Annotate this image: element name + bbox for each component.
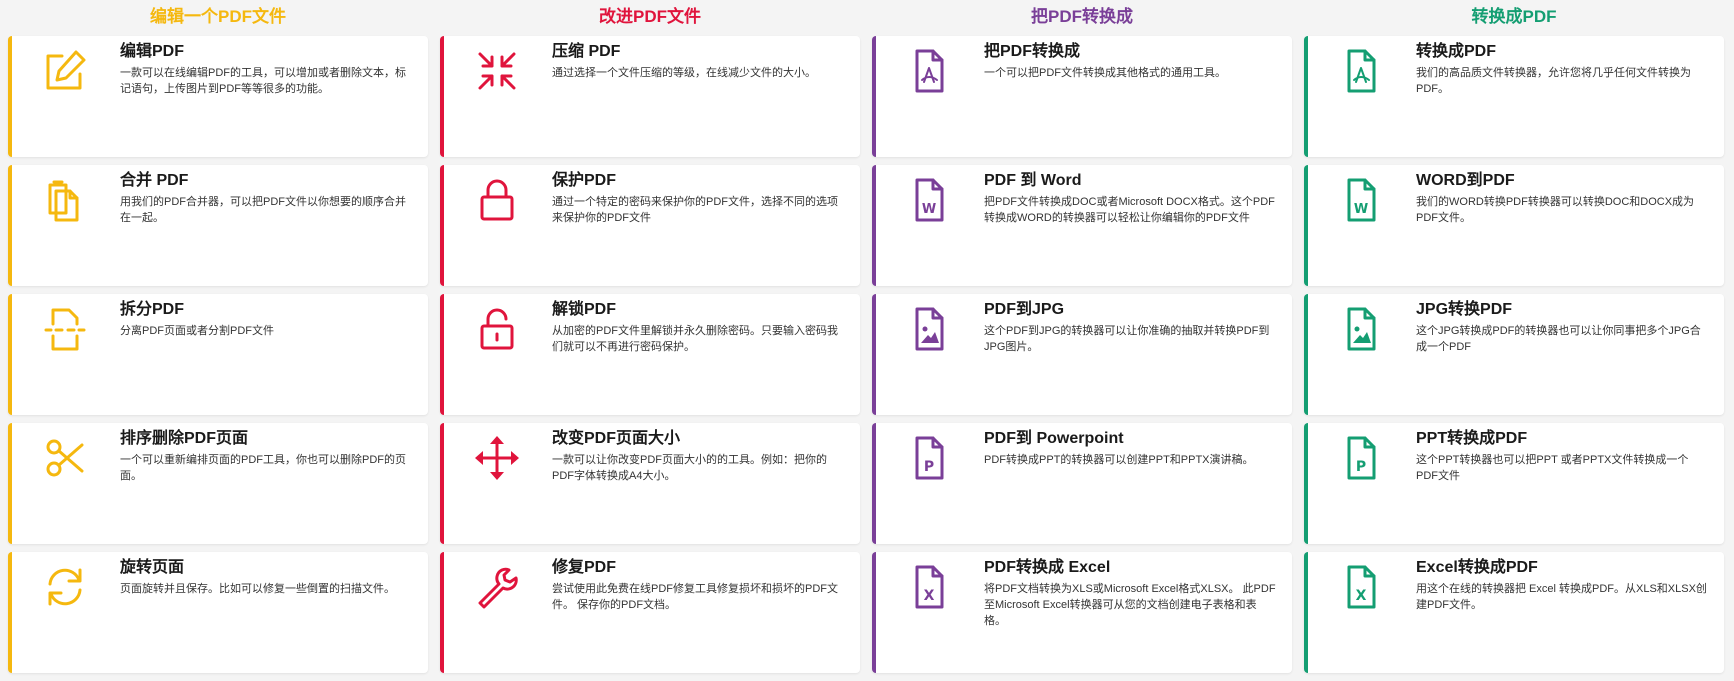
tool-title: 保护PDF bbox=[552, 172, 617, 189]
image-file-icon bbox=[904, 304, 954, 354]
ppt-file-icon: P bbox=[1336, 433, 1386, 483]
tool-card-compress-pdf[interactable]: 压缩 PDF 通过选择一个文件压缩的等级，在线减少文件的大小。 bbox=[440, 36, 860, 157]
column-edit: 编辑一个PDF文件 编辑PDF 一款可以在线编辑PDF的工具，可以增加或者删除文… bbox=[8, 0, 428, 681]
tool-card-ppt-to-pdf[interactable]: P PPT转换成PDF 这个PPT转换器也可以把PPT 或者PPTX文件转换成一… bbox=[1304, 423, 1724, 544]
tool-card-protect-pdf[interactable]: 保护PDF 通过一个特定的密码来保护你的PDF文件，选择不同的选项来保护你的PD… bbox=[440, 165, 860, 286]
tool-title: PPT转换成PDF bbox=[1416, 430, 1528, 447]
tool-description: 我们的WORD转换PDF转换器可以转换DOC和DOCX成为PDF文件。 bbox=[1416, 196, 1695, 224]
tool-title: 旋转页面 bbox=[120, 559, 185, 576]
tool-description: 用这个在线的转换器把 Excel 转换成PDF。从XLS和XLSX创建PDF文件… bbox=[1416, 583, 1707, 611]
rotate-icon bbox=[40, 562, 90, 612]
tool-description: 尝试使用此免费在线PDF修复工具修复损坏和损坏的PDF文件。 保存你的PDF文档… bbox=[552, 583, 838, 611]
tool-card-edit-pdf[interactable]: 编辑PDF 一款可以在线编辑PDF的工具，可以增加或者删除文本，标记语句，上传图… bbox=[8, 36, 428, 157]
tool-card-pdf-to-excel[interactable]: X PDF转换成 Excel 将PDF文档转换为XLS或Microsoft Ex… bbox=[872, 552, 1292, 673]
tool-card-pdf-to-word[interactable]: W PDF 到 Word 把PDF文件转换成DOC或者Microsoft DOC… bbox=[872, 165, 1292, 286]
column-title: 转换成PDF bbox=[1471, 7, 1557, 26]
tool-title: PDF 到 Word bbox=[984, 172, 1082, 189]
tool-title: 把PDF转换成 bbox=[984, 43, 1081, 60]
tool-card-excel-to-pdf[interactable]: X Excel转换成PDF 用这个在线的转换器把 Excel 转换成PDF。从X… bbox=[1304, 552, 1724, 673]
tool-description: 一个可以把PDF文件转换成其他格式的通用工具。 bbox=[984, 67, 1226, 79]
tool-description: 这个JPG转换成PDF的转换器也可以让你同事把多个JPG合成一个PDF bbox=[1416, 325, 1701, 353]
tools-grid: 编辑一个PDF文件 编辑PDF 一款可以在线编辑PDF的工具，可以增加或者删除文… bbox=[0, 0, 1734, 681]
svg-text:W: W bbox=[922, 202, 936, 217]
svg-text:X: X bbox=[924, 588, 935, 604]
tool-description: 这个PDF到JPG的转换器可以让你准确的抽取并转换PDF到JPG图片。 bbox=[984, 325, 1270, 353]
tool-title: 压缩 PDF bbox=[552, 43, 621, 60]
tool-description: 一个可以重新编排页面的PDF工具，你也可以删除PDF的页面。 bbox=[120, 454, 406, 482]
column-title: 编辑一个PDF文件 bbox=[150, 7, 286, 26]
tool-description: 一款可以在线编辑PDF的工具，可以增加或者删除文本，标记语句，上传图片到PDF等… bbox=[120, 67, 406, 95]
wrench-icon bbox=[472, 562, 522, 612]
pdf-file-icon bbox=[1336, 46, 1386, 96]
word-file-icon: W bbox=[1336, 175, 1386, 225]
ppt-file-icon: P bbox=[904, 433, 954, 483]
split-icon bbox=[40, 304, 90, 354]
tool-title: 转换成PDF bbox=[1416, 43, 1497, 60]
excel-file-icon: X bbox=[1336, 562, 1386, 612]
column-title: 改进PDF文件 bbox=[599, 7, 701, 26]
move-icon bbox=[472, 433, 522, 483]
tool-title: PDF到 Powerpoint bbox=[984, 430, 1124, 447]
tool-card-repair-pdf[interactable]: 修复PDF 尝试使用此免费在线PDF修复工具修复损坏和损坏的PDF文件。 保存你… bbox=[440, 552, 860, 673]
compress-icon bbox=[472, 46, 522, 96]
tool-card-pdf-to-any[interactable]: 把PDF转换成 一个可以把PDF文件转换成其他格式的通用工具。 bbox=[872, 36, 1292, 157]
tool-title: 修复PDF bbox=[552, 559, 617, 576]
unlock-icon bbox=[472, 304, 522, 354]
svg-text:P: P bbox=[924, 459, 934, 475]
column-improve: 改进PDF文件 压缩 PDF 通过选择一个文件压缩的等级，在线减少文件的大小。 … bbox=[440, 0, 860, 681]
tool-card-unlock-pdf[interactable]: 解锁PDF 从加密的PDF文件里解锁并永久删除密码。只要输入密码我们就可以不再进… bbox=[440, 294, 860, 415]
tool-description: 从加密的PDF文件里解锁并永久删除密码。只要输入密码我们就可以不再进行密码保护。 bbox=[552, 325, 838, 353]
svg-text:X: X bbox=[1356, 588, 1367, 604]
tool-card-split-pdf[interactable]: 拆分PDF 分离PDF页面或者分割PDF文件 bbox=[8, 294, 428, 415]
tool-title: 改变PDF页面大小 bbox=[552, 430, 681, 447]
image-file-icon bbox=[1336, 304, 1386, 354]
edit-icon bbox=[40, 46, 90, 96]
tool-card-rotate-pages[interactable]: 旋转页面 页面旋转并且保存。比如可以修复一些倒置的扫描文件。 bbox=[8, 552, 428, 673]
tool-title: 编辑PDF bbox=[120, 43, 185, 60]
tool-description: 我们的高品质文件转换器，允许您将几乎任何文件转换为PDF。 bbox=[1416, 67, 1691, 95]
column-title: 把PDF转换成 bbox=[1031, 7, 1133, 26]
tool-description: 将PDF文档转换为XLS或Microsoft Excel格式XLSX。 此PDF… bbox=[984, 583, 1276, 627]
tool-card-pdf-to-powerpoint[interactable]: P PDF到 Powerpoint PDF转换成PPT的转换器可以创建PPT和P… bbox=[872, 423, 1292, 544]
tool-description: 用我们的PDF合并器，可以把PDF文件以你想要的顺序合并在一起。 bbox=[120, 196, 406, 224]
svg-text:P: P bbox=[1356, 459, 1366, 475]
tool-description: PDF转换成PPT的转换器可以创建PPT和PPTX演讲稿。 bbox=[984, 454, 1254, 466]
tool-description: 这个PPT转换器也可以把PPT 或者PPTX文件转换成一个PDF文件 bbox=[1416, 454, 1689, 482]
tool-title: 解锁PDF bbox=[552, 301, 617, 318]
tool-description: 通过一个特定的密码来保护你的PDF文件，选择不同的选项来保护你的PDF文件 bbox=[552, 196, 838, 224]
tool-card-pdf-to-jpg[interactable]: PDF到JPG 这个PDF到JPG的转换器可以让你准确的抽取并转换PDF到JPG… bbox=[872, 294, 1292, 415]
tool-description: 分离PDF页面或者分割PDF文件 bbox=[120, 325, 274, 337]
tool-title: PDF转换成 Excel bbox=[984, 559, 1111, 576]
tool-card-word-to-pdf[interactable]: W WORD到PDF 我们的WORD转换PDF转换器可以转换DOC和DOCX成为… bbox=[1304, 165, 1724, 286]
tool-title: PDF到JPG bbox=[984, 301, 1065, 318]
lock-icon bbox=[472, 175, 522, 225]
tool-title: 排序删除PDF页面 bbox=[120, 430, 249, 447]
column-convert-from-pdf: 把PDF转换成 把PDF转换成 一个可以把PDF文件转换成其他格式的通用工具。 … bbox=[872, 0, 1292, 681]
svg-text:W: W bbox=[1354, 202, 1368, 217]
excel-file-icon: X bbox=[904, 562, 954, 612]
tool-card-merge-pdf[interactable]: 合并 PDF 用我们的PDF合并器，可以把PDF文件以你想要的顺序合并在一起。 bbox=[8, 165, 428, 286]
tool-title: JPG转换PDF bbox=[1416, 301, 1513, 318]
column-convert-to-pdf: 转换成PDF 转换成PDF 我们的高品质文件转换器，允许您将几乎任何文件转换为P… bbox=[1304, 0, 1724, 681]
tool-title: WORD到PDF bbox=[1416, 172, 1515, 189]
tool-title: 拆分PDF bbox=[120, 301, 185, 318]
tool-description: 把PDF文件转换成DOC或者Microsoft DOCX格式。这个PDF转换成W… bbox=[984, 196, 1275, 224]
pdf-file-icon bbox=[904, 46, 954, 96]
merge-icon bbox=[40, 175, 90, 225]
tool-card-resize-pages[interactable]: 改变PDF页面大小 一款可以让你改变PDF页面大小的的工具。例如：把你的PDF字… bbox=[440, 423, 860, 544]
tool-title: 合并 PDF bbox=[120, 172, 189, 189]
tool-card-jpg-to-pdf[interactable]: JPG转换PDF 这个JPG转换成PDF的转换器也可以让你同事把多个JPG合成一… bbox=[1304, 294, 1724, 415]
tool-card-sort-delete-pages[interactable]: 排序删除PDF页面 一个可以重新编排页面的PDF工具，你也可以删除PDF的页面。 bbox=[8, 423, 428, 544]
tool-description: 一款可以让你改变PDF页面大小的的工具。例如：把你的PDF字体转换成A4大小。 bbox=[552, 454, 827, 482]
word-file-icon: W bbox=[904, 175, 954, 225]
tool-description: 通过选择一个文件压缩的等级，在线减少文件的大小。 bbox=[552, 67, 816, 79]
tool-title: Excel转换成PDF bbox=[1416, 559, 1538, 576]
scissors-icon bbox=[40, 433, 90, 483]
tool-card-any-to-pdf[interactable]: 转换成PDF 我们的高品质文件转换器，允许您将几乎任何文件转换为PDF。 bbox=[1304, 36, 1724, 157]
tool-description: 页面旋转并且保存。比如可以修复一些倒置的扫描文件。 bbox=[120, 583, 395, 595]
